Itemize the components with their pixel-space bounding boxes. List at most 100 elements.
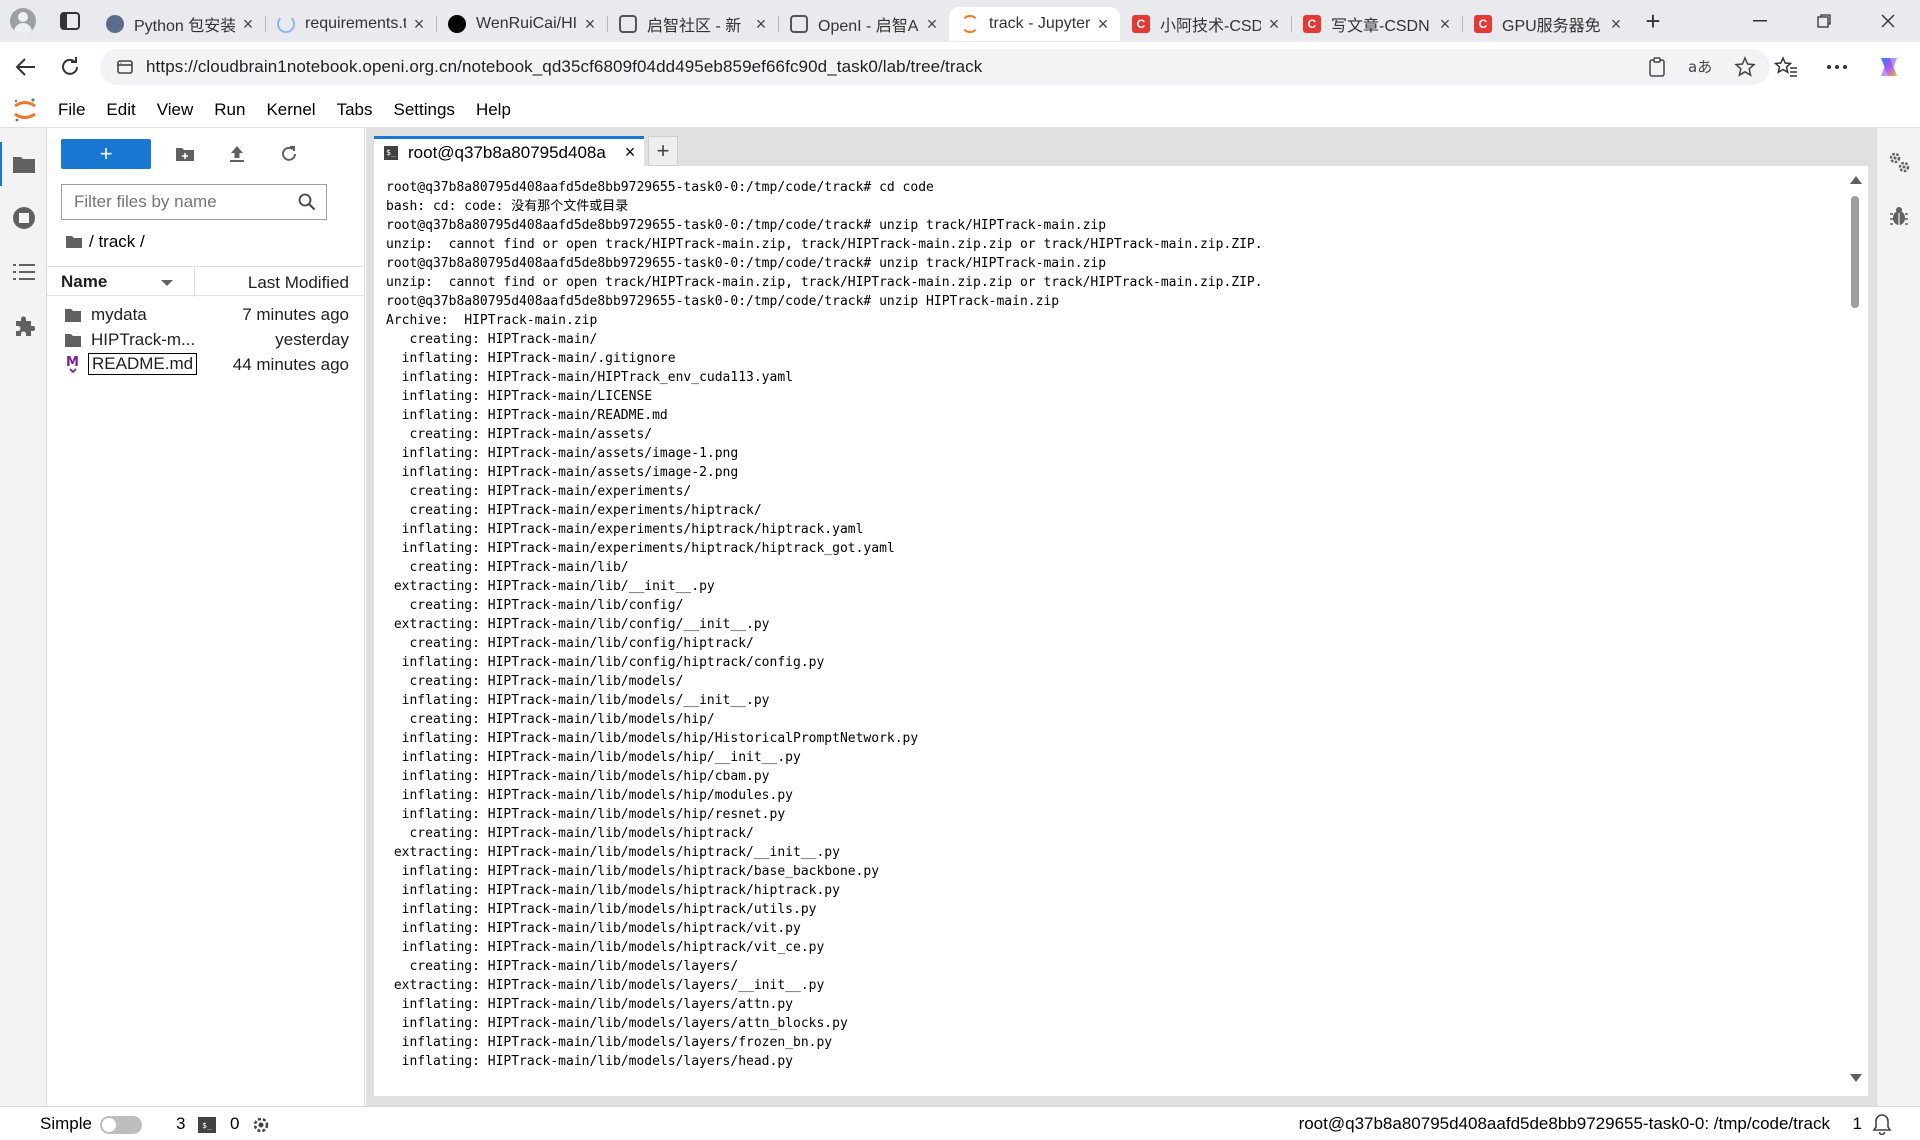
close-tab-icon[interactable]: × <box>410 14 428 35</box>
terminals-count[interactable]: 3 <box>176 1114 185 1134</box>
menu-run[interactable]: Run <box>214 100 245 120</box>
folder-icon <box>65 332 81 347</box>
close-tab-icon[interactable]: × <box>1265 14 1283 35</box>
column-divider[interactable] <box>194 267 195 297</box>
file-modified: 7 minutes ago <box>242 305 349 324</box>
terminal-line: creating: HIPTrack-main/lib/ <box>386 560 629 575</box>
kernel-gear-icon <box>253 1117 269 1133</box>
terminal-scrollbar[interactable] <box>1848 176 1862 1082</box>
new-folder-button[interactable] <box>167 139 203 169</box>
terminal-line: creating: HIPTrack-main/lib/models/hip/ <box>386 712 715 727</box>
terminal-line: creating: HIPTrack-main/lib/models/layer… <box>386 959 739 974</box>
column-name-header[interactable]: Name <box>61 272 107 292</box>
star-icon[interactable] <box>1734 56 1756 78</box>
close-tab-icon[interactable]: × <box>1607 14 1625 35</box>
terminal-line: inflating: HIPTrack-main/lib/models/laye… <box>386 1054 793 1069</box>
window-controls <box>1728 0 1920 42</box>
notifications-count[interactable]: 1 <box>1853 1114 1862 1134</box>
simple-mode-toggle[interactable] <box>100 1116 142 1134</box>
menu-edit[interactable]: Edit <box>106 100 135 120</box>
browser-tab[interactable]: requirements.t × <box>265 7 436 41</box>
browser-tab[interactable]: Python 包安装 × <box>94 7 265 41</box>
more-icon[interactable] <box>1826 64 1848 70</box>
browser-tab[interactable]: C 小阿技术-CSD × <box>1120 7 1291 41</box>
menu-tabs[interactable]: Tabs <box>337 100 373 120</box>
running-sessions-tab[interactable] <box>10 204 38 232</box>
refresh-button[interactable] <box>271 139 307 169</box>
browser-tab[interactable]: 启智社区 - 新 × <box>607 7 778 41</box>
url-field[interactable]: https://cloudbrain1notebook.openi.org.cn… <box>100 49 1770 85</box>
close-tab-icon[interactable]: × <box>239 14 257 35</box>
close-tab-icon[interactable]: × <box>581 14 599 35</box>
tab-terminal[interactable]: $_ root@q37b8a80795d408a × <box>374 136 644 166</box>
close-tab-icon[interactable]: × <box>923 14 941 35</box>
terminal-line: extracting: HIPTrack-main/lib/models/hip… <box>386 845 840 860</box>
file-browser-tab[interactable] <box>0 142 38 186</box>
browser-tab[interactable]: WenRuiCai/HI × <box>436 7 607 41</box>
new-launcher-label: + <box>99 141 113 166</box>
new-tab-button[interactable]: + <box>1633 0 1673 42</box>
menu-settings[interactable]: Settings <box>394 100 455 120</box>
menu-kernel[interactable]: Kernel <box>266 100 315 120</box>
extension-manager-tab[interactable] <box>10 312 38 340</box>
markdown-icon: M <box>65 353 81 374</box>
restore-button[interactable] <box>1792 0 1856 42</box>
github-icon <box>448 15 466 33</box>
terminal-panel[interactable]: root@q37b8a80795d408aafd5de8bb9729655-ta… <box>374 166 1868 1096</box>
close-tab-icon[interactable]: × <box>752 14 770 35</box>
back-button[interactable] <box>4 47 48 87</box>
property-inspector-tab[interactable] <box>1885 148 1913 176</box>
filter-files-input[interactable]: Filter files by name <box>61 184 327 220</box>
browser-tab[interactable]: C 写文章-CSDN × <box>1291 7 1462 41</box>
browser-tab[interactable]: OpenI - 启智A × <box>778 7 949 41</box>
kernels-count[interactable]: 0 <box>230 1114 239 1134</box>
translate-icon[interactable]: aあ <box>1688 57 1712 77</box>
scroll-down-icon[interactable] <box>1850 1074 1862 1082</box>
scrollbar-thumb[interactable] <box>1851 196 1859 308</box>
close-tab-icon[interactable]: × <box>1436 14 1454 35</box>
terminal-line: inflating: HIPTrack-main/lib/models/hip/… <box>386 731 919 746</box>
browser-tab[interactable]: track - Jupyter × <box>949 7 1120 41</box>
breadcrumb-path[interactable]: / track / <box>89 232 145 252</box>
close-tab-icon[interactable]: × <box>620 142 640 163</box>
table-of-contents-tab[interactable] <box>10 258 38 286</box>
menu-help[interactable]: Help <box>476 100 511 120</box>
reload-button[interactable] <box>48 47 92 87</box>
tab-actions-button[interactable] <box>46 0 94 42</box>
close-tab-icon[interactable]: × <box>1094 14 1112 35</box>
upload-button[interactable] <box>219 139 255 169</box>
menu-file[interactable]: File <box>58 100 85 120</box>
minimize-button[interactable] <box>1728 0 1792 42</box>
column-modified-header[interactable]: Last Modified <box>248 273 349 293</box>
svg-text:M: M <box>66 355 79 370</box>
terminal-line: inflating: HIPTrack-main/lib/models/hip/… <box>386 750 801 765</box>
debugger-tab[interactable] <box>1885 202 1913 230</box>
breadcrumb: / track / <box>65 232 145 252</box>
clipboard-icon[interactable] <box>1648 57 1666 77</box>
main-dock-area: $_ root@q37b8a80795d408a × + root@q37b8a… <box>366 128 1876 1106</box>
terminal-line: inflating: HIPTrack-main/HIPTrack_env_cu… <box>386 370 793 385</box>
terminal-output[interactable]: root@q37b8a80795d408aafd5de8bb9729655-ta… <box>386 178 1836 1071</box>
terminal-line: creating: HIPTrack-main/ <box>386 332 598 347</box>
folder-icon[interactable] <box>65 235 83 249</box>
sort-down-icon <box>161 280 173 286</box>
profile-button[interactable] <box>0 0 46 42</box>
add-tab-button[interactable]: + <box>648 136 678 166</box>
browser-tab[interactable]: C GPU服务器免 × <box>1462 7 1633 41</box>
terminal-line: creating: HIPTrack-main/assets/ <box>386 427 653 442</box>
terminal-line: root@q37b8a80795d408aafd5de8bb9729655-ta… <box>386 180 934 195</box>
file-row[interactable]: M README.md 44 minutes ago <box>47 350 365 380</box>
bell-icon[interactable] <box>1872 1113 1892 1135</box>
new-launcher-button[interactable]: + <box>61 139 151 169</box>
refresh-icon <box>282 146 296 161</box>
close-window-button[interactable] <box>1856 0 1920 42</box>
copilot-icon[interactable] <box>1876 54 1902 80</box>
status-bar: Simple 3 $_ 0 root@q37b8a80795d408aafd5d… <box>0 1106 1920 1140</box>
favorites-icon[interactable] <box>1774 56 1798 78</box>
scroll-up-icon[interactable] <box>1850 176 1862 184</box>
browser-tab-strip: Python 包安装 × requirements.t × WenRuiCai/HI × 启… <box>0 0 1920 42</box>
csdn-icon: C <box>1132 15 1150 33</box>
menu-view[interactable]: View <box>157 100 194 120</box>
browser-tab-title: 小阿技术-CSD <box>1160 18 1261 35</box>
browser-tab-title: GPU服务器免 <box>1502 18 1601 35</box>
